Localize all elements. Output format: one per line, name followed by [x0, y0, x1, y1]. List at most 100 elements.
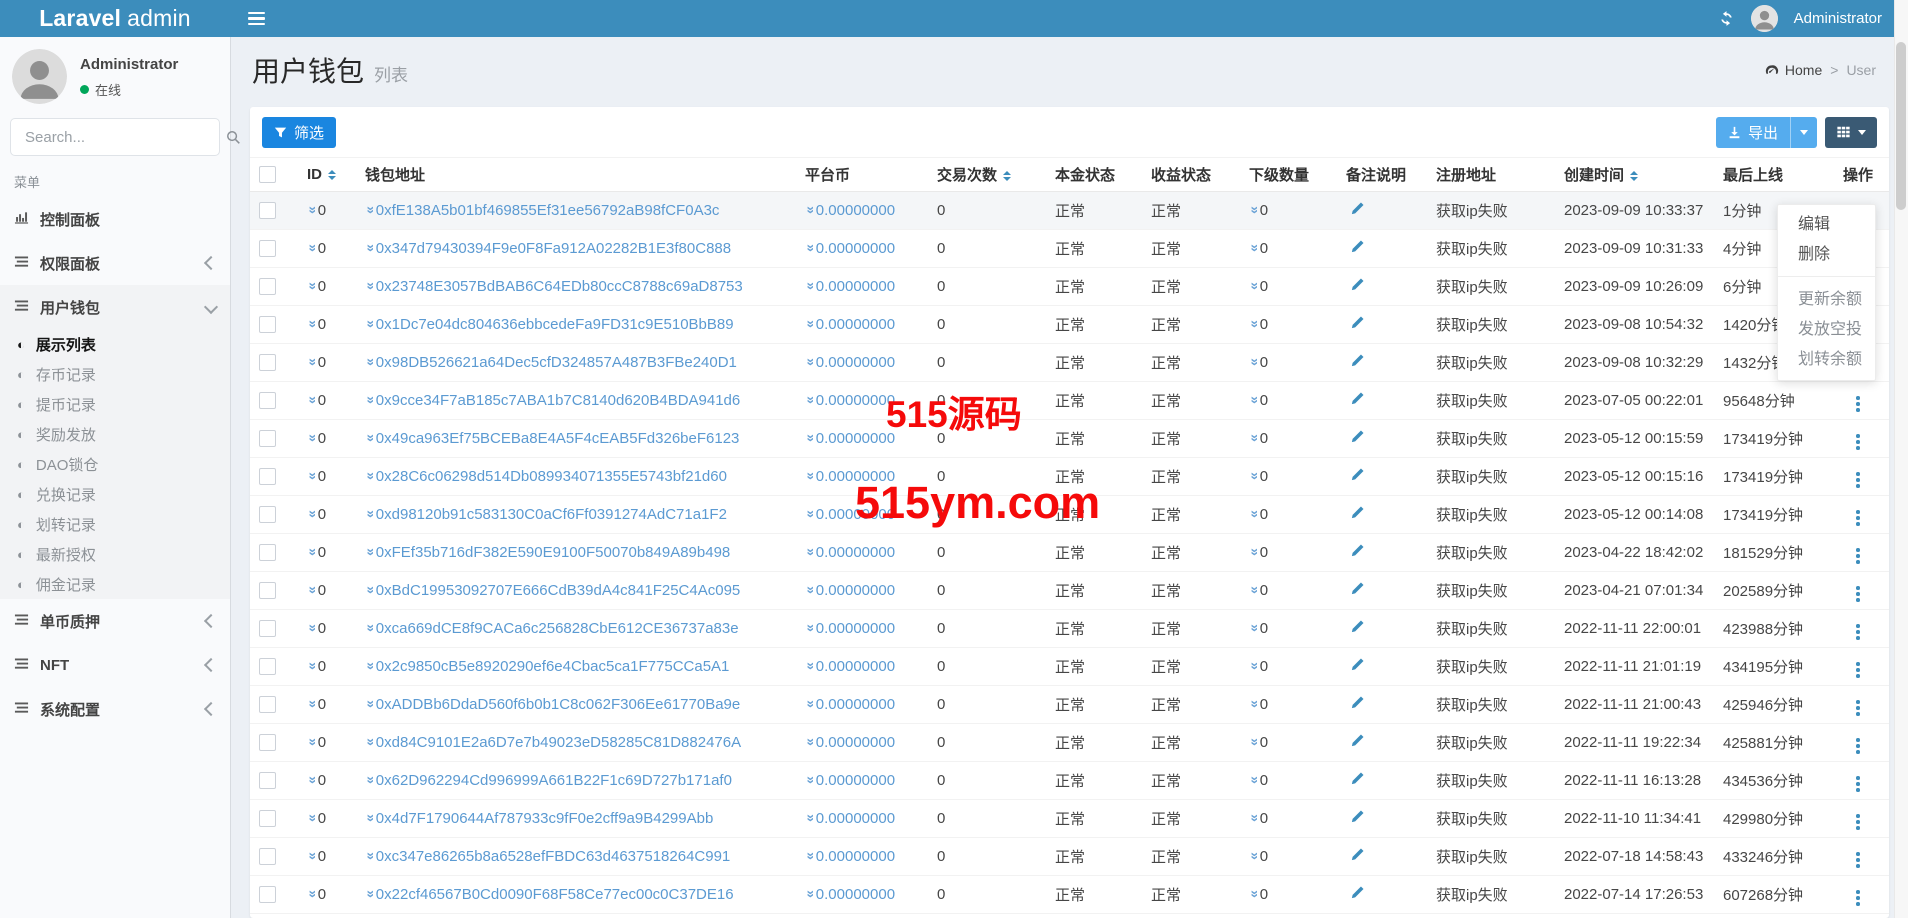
- expand-chevron-icon[interactable]: «: [1247, 244, 1261, 252]
- expand-chevron-icon[interactable]: «: [305, 700, 319, 708]
- row-checkbox[interactable]: [259, 468, 276, 485]
- expand-chevron-icon[interactable]: «: [305, 738, 319, 746]
- edit-note-icon[interactable]: [1350, 657, 1365, 672]
- sidebar-subitem-10[interactable]: ◐最新授权: [0, 539, 230, 569]
- expand-chevron-icon[interactable]: «: [1247, 738, 1261, 746]
- expand-chevron-icon[interactable]: «: [363, 510, 377, 518]
- sidebar-subitem-4[interactable]: ◐存币记录: [0, 359, 230, 389]
- expand-chevron-icon[interactable]: «: [363, 548, 377, 556]
- expand-chevron-icon[interactable]: «: [803, 434, 817, 442]
- row-checkbox[interactable]: [259, 316, 276, 333]
- wallet-address-value[interactable]: 0x9cce34F7aB185c7ABA1b7C8140d620B4BDA941…: [376, 392, 740, 409]
- expand-chevron-icon[interactable]: «: [803, 624, 817, 632]
- row-checkbox[interactable]: [259, 392, 276, 409]
- context-menu-item-1[interactable]: 删除: [1778, 240, 1875, 270]
- expand-chevron-icon[interactable]: «: [305, 244, 319, 252]
- row-actions-icon[interactable]: [1853, 507, 1863, 529]
- expand-chevron-icon[interactable]: «: [803, 282, 817, 290]
- row-checkbox[interactable]: [259, 620, 276, 637]
- expand-chevron-icon[interactable]: «: [363, 852, 377, 860]
- expand-chevron-icon[interactable]: «: [305, 586, 319, 594]
- row-actions-icon[interactable]: [1853, 545, 1863, 567]
- edit-note-icon[interactable]: [1350, 885, 1365, 900]
- expand-chevron-icon[interactable]: «: [305, 776, 319, 784]
- wallet-address-value[interactable]: 0x23748E3057BdBAB6C64EDb80ccC8788c69aD87…: [376, 278, 743, 295]
- expand-chevron-icon[interactable]: «: [803, 700, 817, 708]
- expand-chevron-icon[interactable]: «: [1247, 320, 1261, 328]
- sidebar-subitem-9[interactable]: ◐划转记录: [0, 509, 230, 539]
- edit-note-icon[interactable]: [1350, 239, 1365, 254]
- expand-chevron-icon[interactable]: «: [363, 738, 377, 746]
- expand-chevron-icon[interactable]: «: [305, 472, 319, 480]
- edit-note-icon[interactable]: [1350, 467, 1365, 482]
- wallet-address-value[interactable]: 0x2c9850cB5e8920290ef6e4Cbac5ca1F775CCa5…: [376, 658, 730, 675]
- expand-chevron-icon[interactable]: «: [1247, 700, 1261, 708]
- expand-chevron-icon[interactable]: «: [363, 358, 377, 366]
- row-actions-icon[interactable]: [1853, 583, 1863, 605]
- row-actions-icon[interactable]: [1853, 393, 1863, 415]
- edit-note-icon[interactable]: [1350, 543, 1365, 558]
- expand-chevron-icon[interactable]: «: [305, 206, 319, 214]
- edit-note-icon[interactable]: [1350, 391, 1365, 406]
- edit-note-icon[interactable]: [1350, 353, 1365, 368]
- expand-chevron-icon[interactable]: «: [363, 662, 377, 670]
- expand-chevron-icon[interactable]: «: [363, 472, 377, 480]
- expand-chevron-icon[interactable]: «: [803, 548, 817, 556]
- row-checkbox[interactable]: [259, 506, 276, 523]
- sidebar-subitem-5[interactable]: ◐提币记录: [0, 389, 230, 419]
- expand-chevron-icon[interactable]: «: [305, 662, 319, 670]
- row-checkbox[interactable]: [259, 848, 276, 865]
- expand-chevron-icon[interactable]: «: [1247, 206, 1261, 214]
- row-checkbox[interactable]: [259, 696, 276, 713]
- expand-chevron-icon[interactable]: «: [803, 586, 817, 594]
- expand-chevron-icon[interactable]: «: [305, 396, 319, 404]
- expand-chevron-icon[interactable]: «: [803, 396, 817, 404]
- expand-chevron-icon[interactable]: «: [1247, 396, 1261, 404]
- wallet-address-value[interactable]: 0xd98120b91c583130C0aCf6Ff0391274AdC71a1…: [376, 506, 727, 523]
- export-button[interactable]: 导出: [1716, 117, 1790, 148]
- edit-note-icon[interactable]: [1350, 619, 1365, 634]
- sidebar-subitem-7[interactable]: ◐DAO锁仓: [0, 449, 230, 479]
- edit-note-icon[interactable]: [1350, 847, 1365, 862]
- expand-chevron-icon[interactable]: «: [363, 776, 377, 784]
- context-menu-item-sec-0[interactable]: 更新余额: [1778, 285, 1875, 315]
- row-checkbox[interactable]: [259, 544, 276, 561]
- edit-note-icon[interactable]: [1350, 277, 1365, 292]
- expand-chevron-icon[interactable]: «: [363, 700, 377, 708]
- expand-chevron-icon[interactable]: «: [803, 358, 817, 366]
- wallet-address-value[interactable]: 0x28C6c06298d514Db089934071355E5743bf21d…: [376, 468, 727, 485]
- search-input[interactable]: [23, 128, 226, 147]
- filter-button[interactable]: 筛选: [262, 117, 336, 148]
- row-checkbox[interactable]: [259, 734, 276, 751]
- row-checkbox[interactable]: [259, 240, 276, 257]
- sort-icon[interactable]: [328, 170, 336, 180]
- sidebar-item-13[interactable]: NFT: [0, 643, 230, 687]
- expand-chevron-icon[interactable]: «: [363, 206, 377, 214]
- expand-chevron-icon[interactable]: «: [363, 244, 377, 252]
- expand-chevron-icon[interactable]: «: [1247, 548, 1261, 556]
- edit-note-icon[interactable]: [1350, 771, 1365, 786]
- edit-note-icon[interactable]: [1350, 695, 1365, 710]
- expand-chevron-icon[interactable]: «: [803, 776, 817, 784]
- wallet-address-value[interactable]: 0xADDBb6DdaD560f6b0b1C8c062F306Ee61770Ba…: [376, 696, 740, 713]
- expand-chevron-icon[interactable]: «: [1247, 586, 1261, 594]
- edit-note-icon[interactable]: [1350, 809, 1365, 824]
- select-all-checkbox[interactable]: [259, 166, 276, 183]
- edit-note-icon[interactable]: [1350, 201, 1365, 216]
- breadcrumb-home[interactable]: Home: [1764, 62, 1822, 78]
- wallet-address-value[interactable]: 0xca669dCE8f9CACa6c256828CbE612CE36737a8…: [376, 620, 739, 637]
- expand-chevron-icon[interactable]: «: [363, 320, 377, 328]
- row-actions-icon[interactable]: [1853, 849, 1863, 871]
- expand-chevron-icon[interactable]: «: [363, 434, 377, 442]
- row-checkbox[interactable]: [259, 658, 276, 675]
- navbar-username[interactable]: Administrator: [1794, 10, 1882, 27]
- wallet-address-value[interactable]: 0xfE138A5b01bf469855Ef31ee56792aB98fCF0A…: [376, 202, 720, 219]
- row-actions-icon[interactable]: [1853, 773, 1863, 795]
- edit-note-icon[interactable]: [1350, 505, 1365, 520]
- sidebar-subitem-8[interactable]: ◐兑换记录: [0, 479, 230, 509]
- sidebar-subitem-11[interactable]: ◐佣金记录: [0, 569, 230, 599]
- search-icon[interactable]: [226, 130, 241, 145]
- edit-note-icon[interactable]: [1350, 429, 1365, 444]
- wallet-address-value[interactable]: 0x22cf46567B0Cd0090F68F58Ce77ec00c0C37DE…: [376, 886, 734, 903]
- scrollbar-track[interactable]: [1894, 0, 1908, 918]
